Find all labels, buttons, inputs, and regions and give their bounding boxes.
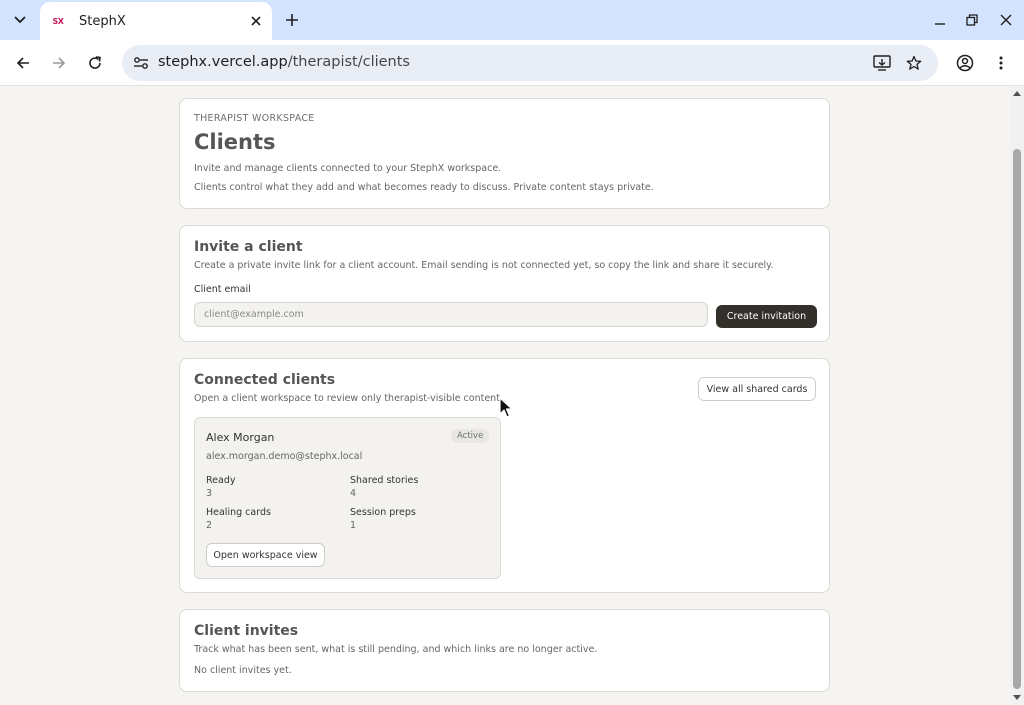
tab-dropdown-icon[interactable] [8,8,32,32]
minimize-icon[interactable] [928,8,952,32]
invite-card: Invite a client Create a private invite … [179,225,830,342]
scroll-thumb[interactable] [1013,149,1021,689]
scroll-up-icon[interactable] [1013,91,1021,96]
stat-label-session-preps: Session preps [350,507,416,518]
stat-label-ready: Ready [206,475,236,486]
browser-toolbar: stephx.vercel.app/therapist/clients [0,40,1024,86]
client-invites-card: Client invites Track what has been sent,… [179,609,830,692]
invite-title: Invite a client [194,239,303,255]
page-scrollbar[interactable] [1010,87,1024,705]
reload-icon[interactable] [83,51,107,75]
page-title: Clients [194,130,276,154]
stat-value-shared-stories: 4 [350,488,357,499]
plus-icon[interactable] [280,8,304,32]
stat-value-session-preps: 1 [350,520,357,531]
menu-icon[interactable] [989,51,1013,75]
create-invitation-button[interactable]: Create invitation [716,305,817,328]
client-invites-description: Track what has been sent, what is still … [194,644,598,655]
url-host: stephx.vercel.app [158,54,288,70]
address-bar[interactable]: stephx.vercel.app/therapist/clients [122,45,938,81]
stat-label-healing-cards: Healing cards [206,507,271,518]
back-icon[interactable] [11,51,35,75]
star-icon[interactable] [904,53,924,73]
header-card: THERAPIST WORKSPACE Clients Invite and m… [179,98,830,209]
close-icon[interactable] [246,11,266,31]
tab-bar: SX StephX [0,0,1024,40]
client-email-input[interactable] [194,302,708,327]
view-all-shared-cards-button[interactable]: View all shared cards [698,377,816,401]
connected-clients-description: Open a client workspace to review only t… [194,393,503,404]
client-name: Alex Morgan [206,431,275,444]
site-info-icon[interactable] [132,54,150,72]
forward-icon[interactable] [47,51,71,75]
connected-clients-title: Connected clients [194,372,336,388]
restore-icon[interactable] [960,8,984,32]
scroll-down-icon[interactable] [1013,695,1021,700]
stat-label-shared-stories: Shared stories [350,475,419,486]
page-description: Invite and manage clients connected to y… [194,163,502,174]
status-badge: Active [451,429,490,443]
favicon-icon: SX [52,16,64,26]
empty-invites-message: No client invites yet. [194,665,292,676]
tab-title: StephX [79,13,126,29]
url-path: /therapist/clients [287,54,410,70]
profile-icon[interactable] [953,51,977,75]
client-email-label: Client email [194,284,251,295]
client-email: alex.morgan.demo@stephx.local [206,451,363,462]
open-workspace-view-button[interactable]: Open workspace view [206,543,325,567]
privacy-note: Clients control what they add and what b… [194,182,654,193]
stat-value-ready: 3 [206,488,213,499]
browser-tab[interactable]: SX StephX [40,2,272,40]
install-icon[interactable] [872,53,892,73]
stat-value-healing-cards: 2 [206,520,213,531]
client-invites-title: Client invites [194,623,299,639]
close-window-icon[interactable] [994,8,1018,32]
invite-description: Create a private invite link for a clien… [194,260,774,271]
connected-clients-card: Connected clients Open a client workspac… [179,358,830,593]
client-card: Alex Morgan Active alex.morgan.demo@step… [194,417,501,579]
url-text: stephx.vercel.app/therapist/clients [158,54,410,70]
workspace-eyebrow: THERAPIST WORKSPACE [194,113,315,124]
